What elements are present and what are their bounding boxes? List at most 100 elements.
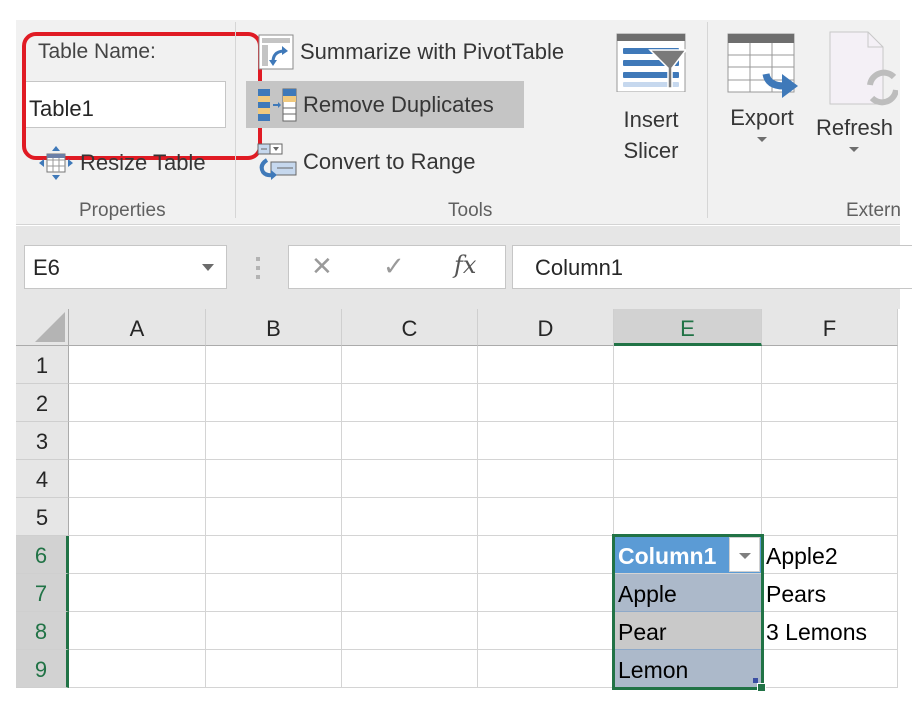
cell-a2[interactable] bbox=[69, 384, 206, 422]
row-header-5[interactable]: 5 bbox=[16, 498, 69, 536]
cell-e3[interactable] bbox=[614, 422, 762, 460]
cell-c2[interactable] bbox=[342, 384, 478, 422]
formula-input[interactable]: Column1 bbox=[512, 245, 912, 289]
table-cell[interactable]: Lemon bbox=[614, 650, 762, 688]
convert-to-range-icon bbox=[257, 143, 297, 180]
row-header-9[interactable]: 9 bbox=[16, 650, 69, 688]
row-header-2[interactable]: 2 bbox=[16, 384, 69, 422]
insert-function-icon[interactable]: fx bbox=[454, 251, 476, 279]
cell-e5[interactable] bbox=[614, 498, 762, 536]
highlight-annotation bbox=[22, 32, 262, 160]
insert-slicer-label-line1: Insert bbox=[623, 107, 679, 132]
spreadsheet-grid: A B C D E F 1 2 3 4 5 6 7 8 9 Column1 Ap… bbox=[16, 309, 900, 704]
column-header-e[interactable]: E bbox=[614, 309, 762, 346]
column-header-d[interactable]: D bbox=[478, 309, 614, 346]
name-box[interactable]: E6 bbox=[24, 245, 227, 289]
cell-f3[interactable] bbox=[762, 422, 898, 460]
cell-a6[interactable] bbox=[69, 536, 206, 574]
cell-a4[interactable] bbox=[69, 460, 206, 498]
cell-e2[interactable] bbox=[614, 384, 762, 422]
remove-duplicates-label: Remove Duplicates bbox=[303, 91, 494, 117]
tools-group-label: Tools bbox=[448, 200, 493, 221]
cell-b2[interactable] bbox=[206, 384, 342, 422]
cell-f6[interactable]: Apple2 bbox=[762, 536, 898, 574]
cell-a7[interactable] bbox=[69, 574, 206, 612]
cell-c1[interactable] bbox=[342, 346, 478, 384]
cell-c6[interactable] bbox=[342, 536, 478, 574]
cell-a5[interactable] bbox=[69, 498, 206, 536]
column-header-f[interactable]: F bbox=[762, 309, 898, 346]
column-header-a[interactable]: A bbox=[69, 309, 206, 346]
cell-f2[interactable] bbox=[762, 384, 898, 422]
name-box-value: E6 bbox=[33, 255, 60, 280]
select-all-button[interactable] bbox=[16, 309, 69, 346]
refresh-dropdown-caret bbox=[849, 147, 859, 152]
cell-c9[interactable] bbox=[342, 650, 478, 688]
cell-e4[interactable] bbox=[614, 460, 762, 498]
remove-duplicates-button[interactable]: Remove Duplicates bbox=[246, 81, 524, 128]
cell-a3[interactable] bbox=[69, 422, 206, 460]
summarize-pivottable-button[interactable]: Summarize with PivotTable bbox=[258, 30, 564, 74]
table-header-cell[interactable]: Column1 bbox=[614, 536, 762, 574]
cell-c3[interactable] bbox=[342, 422, 478, 460]
convert-to-range-button[interactable]: Convert to Range bbox=[257, 140, 475, 184]
cell-f7[interactable]: Pears bbox=[762, 574, 898, 612]
cell-a1[interactable] bbox=[69, 346, 206, 384]
column-header-b[interactable]: B bbox=[206, 309, 342, 346]
pivottable-icon bbox=[258, 34, 294, 70]
row-header-6[interactable]: 6 bbox=[16, 536, 69, 574]
cell-d5[interactable] bbox=[478, 498, 614, 536]
formula-bar: E6 ✕ ✓ fx Column1 bbox=[16, 226, 912, 309]
cell-f5[interactable] bbox=[762, 498, 898, 536]
remove-duplicates-icon bbox=[258, 88, 297, 121]
name-box-dropdown-icon[interactable] bbox=[202, 264, 214, 271]
cell-a8[interactable] bbox=[69, 612, 206, 650]
select-all-icon bbox=[35, 312, 65, 342]
row-header-8[interactable]: 8 bbox=[16, 612, 69, 650]
cell-d9[interactable] bbox=[478, 650, 614, 688]
filter-dropdown-icon[interactable] bbox=[729, 537, 760, 572]
cell-b7[interactable] bbox=[206, 574, 342, 612]
formula-bar-grip[interactable] bbox=[256, 257, 260, 279]
resize-table-button[interactable]: Resize Table bbox=[38, 145, 206, 181]
cell-b5[interactable] bbox=[206, 498, 342, 536]
table-cell[interactable]: Pear bbox=[614, 612, 762, 650]
cell-f9[interactable] bbox=[762, 650, 898, 688]
fill-handle[interactable] bbox=[757, 683, 766, 692]
cell-c5[interactable] bbox=[342, 498, 478, 536]
cell-c7[interactable] bbox=[342, 574, 478, 612]
cell-e1[interactable] bbox=[614, 346, 762, 384]
cell-b3[interactable] bbox=[206, 422, 342, 460]
column-header-c[interactable]: C bbox=[342, 309, 478, 346]
refresh-button[interactable]: Refresh bbox=[812, 30, 902, 152]
cell-c8[interactable] bbox=[342, 612, 478, 650]
cell-d1[interactable] bbox=[478, 346, 614, 384]
cell-b9[interactable] bbox=[206, 650, 342, 688]
cell-f1[interactable] bbox=[762, 346, 898, 384]
cell-d8[interactable] bbox=[478, 612, 614, 650]
cancel-icon[interactable]: ✕ bbox=[311, 251, 333, 282]
cell-d3[interactable] bbox=[478, 422, 614, 460]
cell-a9[interactable] bbox=[69, 650, 206, 688]
cell-b6[interactable] bbox=[206, 536, 342, 574]
cell-d6[interactable] bbox=[478, 536, 614, 574]
enter-icon[interactable]: ✓ bbox=[383, 251, 405, 282]
resize-table-icon bbox=[39, 146, 73, 180]
row-header-1[interactable]: 1 bbox=[16, 346, 69, 384]
cell-f4[interactable] bbox=[762, 460, 898, 498]
cell-b4[interactable] bbox=[206, 460, 342, 498]
export-button[interactable]: Export bbox=[722, 30, 802, 142]
cell-d7[interactable] bbox=[478, 574, 614, 612]
cell-d2[interactable] bbox=[478, 384, 614, 422]
cell-b1[interactable] bbox=[206, 346, 342, 384]
group-separator bbox=[707, 22, 708, 218]
cell-c4[interactable] bbox=[342, 460, 478, 498]
table-cell[interactable]: Apple bbox=[614, 574, 762, 612]
cell-b8[interactable] bbox=[206, 612, 342, 650]
cell-d4[interactable] bbox=[478, 460, 614, 498]
cell-f8[interactable]: 3 Lemons bbox=[762, 612, 898, 650]
row-header-7[interactable]: 7 bbox=[16, 574, 69, 612]
insert-slicer-button[interactable]: Insert Slicer bbox=[606, 30, 696, 166]
row-header-3[interactable]: 3 bbox=[16, 422, 69, 460]
row-header-4[interactable]: 4 bbox=[16, 460, 69, 498]
